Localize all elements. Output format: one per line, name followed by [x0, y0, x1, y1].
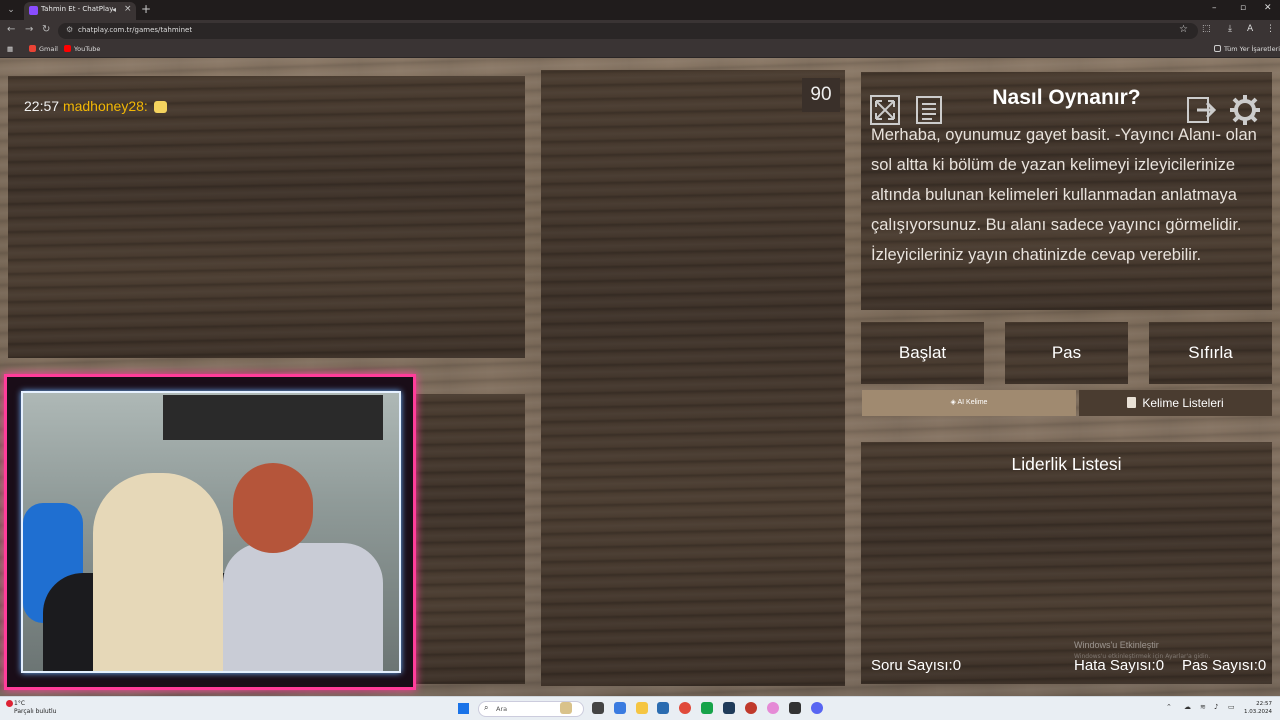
- minimize-icon[interactable]: –: [1212, 3, 1217, 13]
- clock[interactable]: 22:57 1.03.2024: [1244, 700, 1272, 716]
- weather-widget[interactable]: 1°C Parçalı bulutlu: [6, 700, 57, 716]
- countdown-timer: 90: [802, 78, 840, 112]
- store-icon[interactable]: [657, 702, 669, 714]
- url-field[interactable]: ⚙ chatplay.com.tr/games/tahminet ☆: [58, 23, 1198, 39]
- browser-tabstrip: ⌄ Tahmin Et - ChatPlay ◂ × + – ▫ ✕: [0, 0, 1280, 20]
- site-info-icon[interactable]: ⚙: [66, 25, 73, 34]
- task-view-icon[interactable]: [592, 702, 604, 714]
- forward-icon[interactable]: →: [25, 24, 33, 35]
- word-lists-button[interactable]: Kelime Listeleri: [1079, 390, 1272, 416]
- clock-time: 22:57: [1256, 701, 1272, 707]
- pass-button[interactable]: Pas: [1005, 322, 1128, 384]
- webcam-poster: [163, 395, 383, 440]
- ai-robot-icon: ◈: [950, 399, 956, 406]
- webcam-video: [21, 391, 401, 673]
- game-page: 22:57 madhoney28: 90 Nasıl Oynanır? Merh…: [0, 58, 1280, 696]
- tab-search-icon[interactable]: ⌄: [4, 3, 18, 17]
- bookmark-youtube[interactable]: YouTube: [64, 45, 100, 53]
- chat-username: madhoney28:: [62, 98, 148, 114]
- word-panel: [541, 70, 845, 686]
- wifi-icon[interactable]: ≋: [1200, 703, 1206, 711]
- all-bookmarks[interactable]: Tüm Yer İşaretleri: [1214, 45, 1280, 53]
- profile-avatar[interactable]: A: [1247, 24, 1253, 34]
- chrome-icon[interactable]: [679, 702, 691, 714]
- search-placeholder: Ara: [496, 705, 508, 713]
- how-to-play-text: Merhaba, oyunumuz gayet basit. -Yayıncı …: [871, 126, 1257, 264]
- gmail-icon: [29, 45, 36, 52]
- start-icon[interactable]: [458, 703, 469, 714]
- start-button[interactable]: Başlat: [861, 322, 984, 384]
- volume-icon[interactable]: ♪: [1214, 703, 1218, 711]
- reload-icon[interactable]: ↻: [42, 24, 50, 35]
- webcam-overlay: [4, 374, 416, 690]
- browser-tab-active[interactable]: Tahmin Et - ChatPlay ◂ ×: [24, 2, 136, 20]
- tray-cloud-icon[interactable]: ☁: [1184, 703, 1191, 711]
- reset-button[interactable]: Sıfırla: [1149, 322, 1272, 384]
- apps-grid-icon[interactable]: ▦: [7, 45, 13, 53]
- youtube-icon: [64, 45, 71, 52]
- xbox-icon[interactable]: [701, 702, 713, 714]
- clock-date: 1.03.2024: [1244, 709, 1272, 715]
- tray-chevron-icon[interactable]: ⌃: [1166, 703, 1172, 711]
- windows-taskbar: 1°C Parçalı bulutlu ⌕ Ara ⌃ ☁ ≋ ♪ ▭ 22:5…: [0, 696, 1280, 720]
- leaderboard-title: Liderlik Listesi: [1011, 454, 1122, 474]
- discord-icon[interactable]: [811, 702, 823, 714]
- new-tab-icon[interactable]: +: [141, 2, 151, 16]
- bookmark-star-icon[interactable]: ☆: [1179, 24, 1188, 35]
- window-close-icon[interactable]: ✕: [1264, 3, 1272, 13]
- word-lists-label: Kelime Listeleri: [1142, 396, 1224, 410]
- obs-icon[interactable]: [789, 702, 801, 714]
- folder-icon: [1214, 45, 1221, 52]
- weather-temp: 1°C: [14, 700, 26, 707]
- url-text: chatplay.com.tr/games/tahminet: [78, 26, 193, 34]
- maximize-icon[interactable]: ▫: [1240, 3, 1246, 13]
- address-bar: ← → ↻ ⚙ chatplay.com.tr/games/tahminet ☆…: [0, 20, 1280, 42]
- clipboard-icon: [1127, 397, 1137, 408]
- browser-menu-icon[interactable]: ⋮: [1266, 24, 1275, 34]
- back-icon[interactable]: ←: [7, 24, 15, 35]
- chat-message: 22:57 madhoney28:: [24, 98, 167, 114]
- chat-panel: 22:57 madhoney28:: [8, 76, 525, 358]
- webcam-person-right-head: [233, 463, 313, 553]
- app-icon[interactable]: [745, 702, 757, 714]
- webcam-person-left-head: [93, 473, 223, 671]
- edge-icon[interactable]: [614, 702, 626, 714]
- chat-time: 22:57: [24, 98, 60, 114]
- tab-close-icon[interactable]: ×: [124, 4, 132, 14]
- leaderboard-panel: Liderlik Listesi Soru Sayısı:0 Hata Sayı…: [861, 442, 1272, 684]
- activation-watermark: Windows'u Etkinleştir: [1074, 640, 1159, 650]
- bookmark-gmail[interactable]: Gmail: [29, 45, 58, 53]
- tab-title: Tahmin Et - ChatPlay: [41, 5, 114, 13]
- tab-audio-icon[interactable]: ◂: [112, 5, 116, 14]
- bookmarks-bar: ▦ Gmail YouTube Tüm Yer İşaretleri: [0, 42, 1280, 58]
- opera-icon[interactable]: [767, 702, 779, 714]
- chatplay-favicon-icon: [29, 6, 38, 15]
- download-icon[interactable]: ⤓: [1228, 24, 1232, 34]
- copilot-icon[interactable]: [560, 702, 572, 714]
- notification-badge: [6, 700, 13, 707]
- ai-word-label: AI Kelime: [957, 399, 988, 406]
- weather-desc: Parçalı bulutlu: [14, 708, 57, 715]
- how-to-play-panel: Nasıl Oynanır? Merhaba, oyunumuz gayet b…: [861, 72, 1272, 310]
- steam-icon[interactable]: [723, 702, 735, 714]
- search-icon: ⌕: [484, 703, 489, 712]
- activation-watermark-sub: Windows'u etkinleştirmek için Ayarlar'a …: [1074, 653, 1211, 660]
- explorer-icon[interactable]: [636, 702, 648, 714]
- webcam-person-right-body: [223, 543, 383, 671]
- battery-icon[interactable]: ▭: [1228, 703, 1235, 711]
- emote-icon: [153, 101, 167, 113]
- question-count: Soru Sayısı:0: [871, 657, 962, 674]
- ai-word-button[interactable]: ◈ AI Kelime: [862, 390, 1076, 416]
- extensions-icon[interactable]: ⬚: [1202, 24, 1211, 34]
